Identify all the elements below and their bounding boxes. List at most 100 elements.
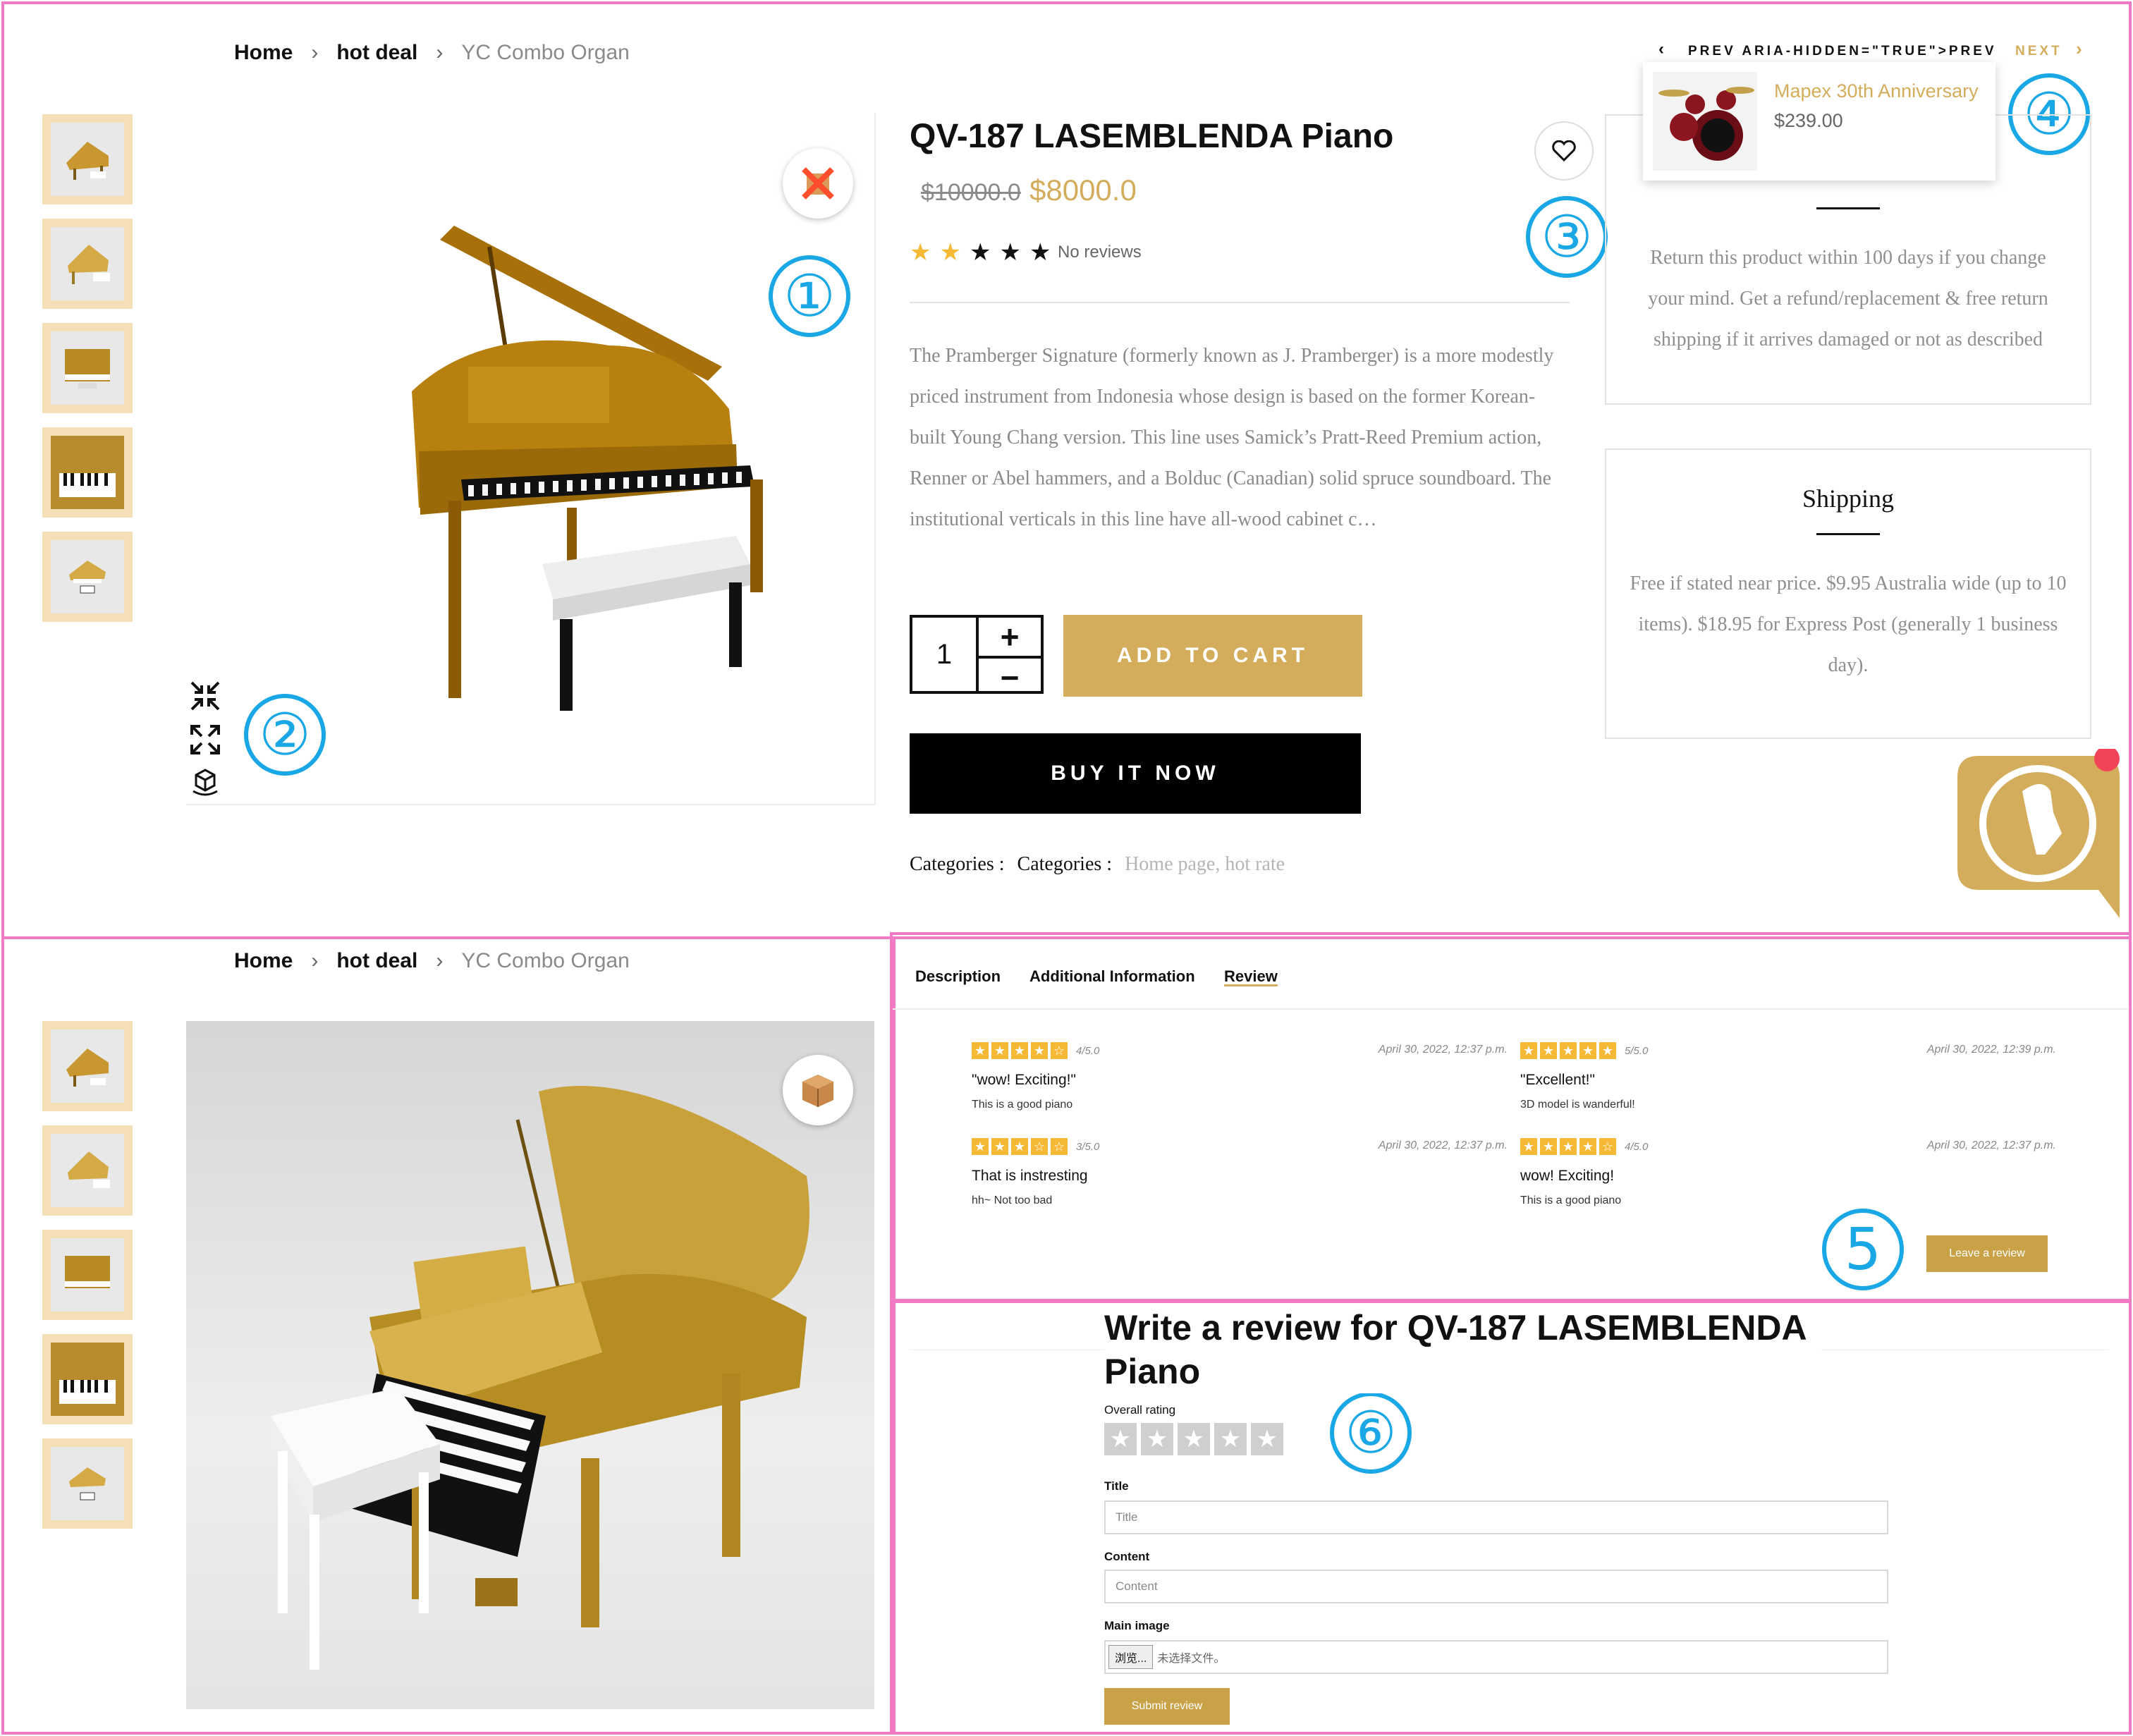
- leave-review-button[interactable]: Leave a review: [1926, 1235, 2048, 1272]
- reviews-count-label: No reviews: [1058, 243, 1142, 262]
- annotation-badge-1: ①: [769, 255, 850, 337]
- thumbnail-5[interactable]: [42, 532, 133, 622]
- decrement-minus-icon[interactable]: −: [979, 659, 1041, 697]
- breadcrumb-separator-icon: ›: [311, 949, 319, 972]
- review-form-heading-line: Write a review for QV-187 LASEMBLENDA: [1104, 1308, 1807, 1347]
- review-score: 3/5.0: [1076, 1140, 1100, 1153]
- quantity-input[interactable]: 1: [912, 618, 979, 691]
- rating-star-icon[interactable]: ★: [1251, 1423, 1283, 1455]
- content-label: Content: [1104, 1550, 1150, 1563]
- title-input[interactable]: Title: [1104, 1500, 1888, 1534]
- 3d-rotate-icon[interactable]: [189, 766, 221, 798]
- shipping-title: Shipping: [1802, 484, 1895, 513]
- rating-star-icon[interactable]: ★: [1178, 1423, 1210, 1455]
- breadcrumb-section-link[interactable]: hot deal: [336, 949, 417, 973]
- next-product-link[interactable]: NEXT: [2015, 44, 2062, 59]
- rating-star-icon[interactable]: ★: [1214, 1423, 1247, 1455]
- star-filled-icon: ★: [939, 239, 961, 266]
- breadcrumb-section-link[interactable]: hot deal: [336, 41, 417, 65]
- star-filled-icon: ★: [1031, 1042, 1048, 1059]
- prev-product-link[interactable]: PREV ARIA-HIDDEN="TRUE">PREV: [1688, 44, 1997, 59]
- wishlist-heart-icon[interactable]: [1534, 121, 1594, 181]
- shipping-text: Free if stated near price. $9.95 Austral…: [1630, 573, 2067, 676]
- star-empty-icon: ★: [999, 239, 1021, 266]
- annotation-badge-5: 5: [1822, 1209, 1904, 1290]
- collapse-icon[interactable]: [189, 680, 221, 712]
- review-item: ★ ★ ★ ★ ★ 5/5.0 April 30, 2022, 12:39 p.m. "…: [1520, 1042, 2056, 1111]
- main-image-file-input[interactable]: 浏览... 未选择文件。: [1104, 1640, 1888, 1674]
- product-description: The Pramberger Signature (formerly known…: [910, 345, 1554, 530]
- star-filled-icon: ★: [1520, 1042, 1537, 1059]
- chat-widget-button[interactable]: [1957, 746, 2127, 918]
- popup-product-price: $239.00: [1774, 110, 1843, 131]
- star-filled-icon: ★: [1599, 1042, 1616, 1059]
- review-body: 3D model is wanderful!: [1520, 1099, 1635, 1111]
- add-to-cart-button[interactable]: ADD TO CART: [1063, 615, 1362, 697]
- star-filled-icon: ★: [972, 1138, 989, 1155]
- rating-star-icon[interactable]: ★: [1104, 1423, 1137, 1455]
- popup-product-title[interactable]: Mapex 30th Anniversary: [1774, 80, 1979, 102]
- thumbnail-2[interactable]: [42, 1125, 133, 1216]
- star-empty-icon: ☆: [1051, 1042, 1068, 1059]
- review-title: "Excellent!": [1520, 1072, 1595, 1088]
- increment-plus-icon[interactable]: +: [979, 618, 1041, 659]
- breadcrumb: Home › hot deal › YC Combo Organ: [234, 949, 630, 973]
- annotation-badge-3: ③: [1526, 196, 1608, 278]
- review-date: April 30, 2022, 12:37 p.m.: [1378, 1044, 1508, 1056]
- breadcrumb-home-link[interactable]: Home: [234, 949, 293, 973]
- breadcrumb: Home › hot deal › YC Combo Organ: [234, 41, 630, 65]
- review-body: hh~ Not too bad: [972, 1194, 1053, 1206]
- thumbnail-2[interactable]: [42, 219, 133, 309]
- star-filled-icon: ★: [1579, 1138, 1596, 1155]
- breadcrumb-current: YC Combo Organ: [461, 41, 630, 64]
- review-score: 5/5.0: [1625, 1044, 1649, 1057]
- product-3d-viewer-ar[interactable]: [186, 1021, 874, 1709]
- review-date: April 30, 2022, 12:37 p.m.: [1926, 1139, 2056, 1151]
- review-date: April 30, 2022, 12:39 p.m.: [1926, 1044, 2056, 1056]
- buy-it-now-button[interactable]: BUY IT NOW: [910, 733, 1361, 814]
- star-empty-icon: ★: [969, 239, 991, 266]
- drum-kit-image: [1653, 72, 1757, 171]
- review-item: ★ ★ ★ ★ ☆ 4/5.0 April 30, 2022, 12:37 p.m. "…: [972, 1042, 1508, 1111]
- review-item: ★ ★ ★ ★ ☆ 4/5.0 April 30, 2022, 12:37 p.m. w…: [1520, 1138, 2056, 1207]
- thumbnail-3[interactable]: [42, 323, 133, 413]
- review-form-heading: Write a review for QV-187 LASEMBLENDA Pi…: [1104, 1306, 1821, 1393]
- quantity-stepper[interactable]: 1 + −: [910, 615, 1044, 697]
- ar-box-icon[interactable]: [783, 1055, 853, 1125]
- thumbnail-4[interactable]: [42, 427, 133, 518]
- star-filled-icon: ★: [1560, 1138, 1577, 1155]
- rating-stars: ★ ★ ★ ★ ★: [910, 238, 1051, 267]
- breadcrumb-home-link[interactable]: Home: [234, 41, 293, 65]
- thumbnail-1[interactable]: [42, 1021, 133, 1111]
- prev-chevron-icon[interactable]: ‹: [1658, 39, 1664, 59]
- thumbnail-3[interactable]: [42, 1230, 133, 1320]
- star-filled-icon: ★: [1011, 1042, 1028, 1059]
- review-score: 4/5.0: [1076, 1044, 1100, 1057]
- content-input[interactable]: Content: [1104, 1570, 1888, 1603]
- categories-row: Categories : Categories : Home page, hot…: [910, 853, 1285, 876]
- return-policy-text: Return this product within 100 days if y…: [1648, 247, 2048, 350]
- tab-additional-information[interactable]: Additional Information: [1029, 967, 1195, 986]
- rating-selector[interactable]: ★ ★ ★ ★ ★: [1104, 1423, 1283, 1455]
- next-product-popup[interactable]: Mapex 30th Anniversary $239.00: [1643, 62, 1996, 181]
- sale-price: $8000.0: [1029, 173, 1137, 207]
- star-empty-icon: ☆: [1031, 1138, 1048, 1155]
- rating-star-icon[interactable]: ★: [1141, 1423, 1173, 1455]
- fullscreen-icon[interactable]: [189, 723, 221, 756]
- browse-file-button[interactable]: 浏览...: [1108, 1645, 1154, 1669]
- star-filled-icon: ★: [910, 239, 931, 266]
- categories-value-link[interactable]: Home page, hot rate: [1125, 853, 1285, 876]
- thumbnail-1[interactable]: [42, 114, 133, 204]
- thumbnail-5[interactable]: [42, 1438, 133, 1529]
- breadcrumb-separator-icon: ›: [436, 41, 444, 64]
- next-chevron-icon[interactable]: ›: [2076, 38, 2082, 60]
- review-title: That is instresting: [972, 1168, 1088, 1184]
- submit-review-button[interactable]: Submit review: [1104, 1688, 1230, 1725]
- tab-description[interactable]: Description: [915, 967, 1001, 986]
- annotation-badge-6: ⑥: [1330, 1392, 1412, 1474]
- ar-toggle-icon[interactable]: [783, 148, 853, 219]
- thumbnail-4[interactable]: [42, 1334, 133, 1424]
- star-filled-icon: ★: [972, 1042, 989, 1059]
- star-filled-icon: ★: [1011, 1138, 1028, 1155]
- tab-review[interactable]: Review: [1224, 967, 1278, 986]
